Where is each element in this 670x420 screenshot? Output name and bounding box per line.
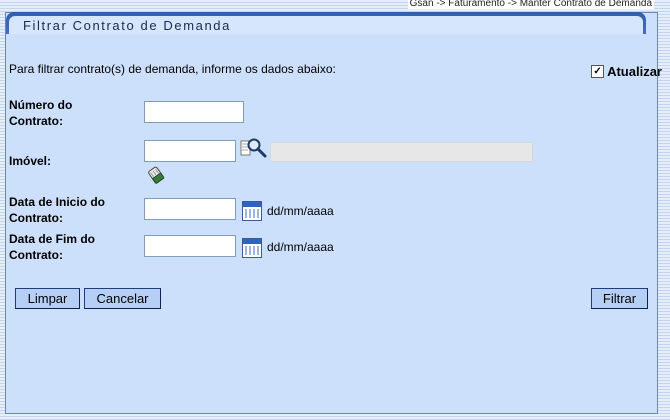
- page-title: Filtrar Contrato de Demanda: [23, 18, 231, 33]
- data-fim-input[interactable]: [144, 235, 236, 257]
- data-fim-label-line2: Contrato:: [9, 248, 63, 262]
- data-inicio-label: Data de Inicio do Contrato:: [9, 194, 105, 226]
- atualizar-label: Atualizar: [607, 64, 662, 79]
- numero-contrato-input[interactable]: [144, 101, 244, 123]
- calendar-icon[interactable]: [242, 238, 262, 258]
- calendar-icon-header: [243, 239, 261, 244]
- data-inicio-label-line1: Data de Inicio do: [9, 195, 106, 209]
- data-inicio-format-hint: dd/mm/aaaa: [267, 204, 334, 218]
- calendar-icon-grid: [245, 246, 259, 255]
- data-fim-format-hint: dd/mm/aaaa: [267, 240, 334, 254]
- data-inicio-label-line2: Contrato:: [9, 211, 63, 225]
- breadcrumb: Gsan -> Faturamento -> Manter Contrato d…: [407, 0, 654, 9]
- intro-text: Para filtrar contrato(s) de demanda, inf…: [9, 62, 336, 76]
- imovel-label: Imóvel:: [9, 154, 52, 168]
- imovel-description-field: [270, 142, 533, 162]
- numero-contrato-label: Número do Contrato:: [9, 97, 72, 129]
- magnifier-icon[interactable]: [240, 137, 268, 159]
- atualizar-checkbox[interactable]: ✓: [591, 65, 605, 78]
- panel-title-bar-inner: Filtrar Contrato de Demanda: [9, 16, 643, 34]
- calendar-icon-header: [243, 202, 261, 207]
- numero-contrato-label-line2: Contrato:: [9, 114, 63, 128]
- limpar-button[interactable]: Limpar: [15, 288, 80, 309]
- cancelar-button[interactable]: Cancelar: [84, 288, 161, 309]
- data-fim-label-line1: Data de Fim do: [9, 232, 96, 246]
- panel-title-bar: Filtrar Contrato de Demanda: [6, 12, 646, 34]
- data-inicio-input[interactable]: [144, 198, 236, 220]
- calendar-icon[interactable]: [242, 201, 262, 221]
- data-fim-label: Data de Fim do Contrato:: [9, 231, 95, 263]
- calendar-icon-grid: [245, 209, 259, 218]
- imovel-input[interactable]: [144, 140, 236, 162]
- filtrar-button[interactable]: Filtrar: [591, 288, 648, 309]
- eraser-icon[interactable]: [146, 165, 166, 185]
- atualizar-option[interactable]: ✓ Atualizar: [591, 64, 662, 79]
- numero-contrato-label-line1: Número do: [9, 98, 73, 112]
